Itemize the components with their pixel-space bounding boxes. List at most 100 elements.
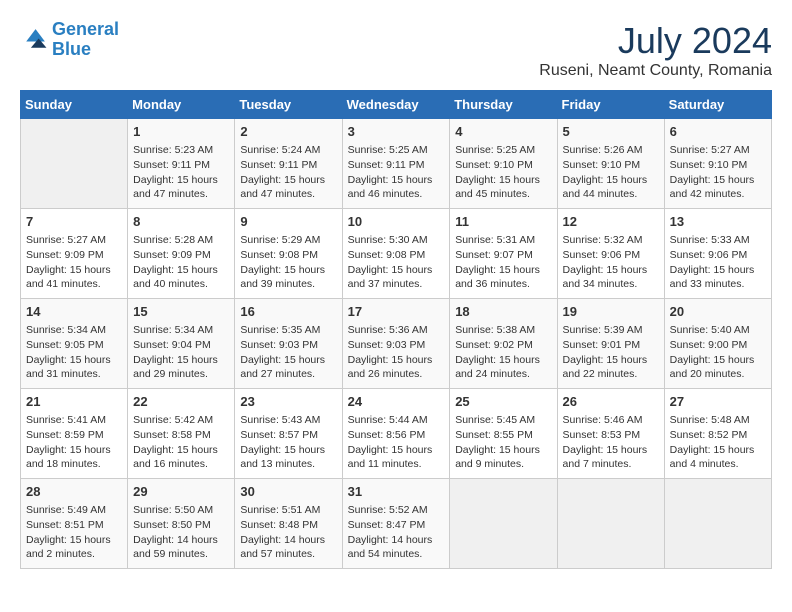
day-number: 4 <box>455 123 551 141</box>
day-info: Sunrise: 5:48 AMSunset: 8:52 PMDaylight:… <box>670 413 766 472</box>
calendar-cell: 26 Sunrise: 5:46 AMSunset: 8:53 PMDayligh… <box>557 389 664 479</box>
day-number: 1 <box>133 123 229 141</box>
day-number: 22 <box>133 393 229 411</box>
calendar-cell: 31 Sunrise: 5:52 AMSunset: 8:47 PMDayligh… <box>342 479 450 569</box>
weekday-header-friday: Friday <box>557 91 664 119</box>
calendar-cell: 25Sunrise: 5:45 AMSunset: 8:55 PMDayligh… <box>450 389 557 479</box>
week-row-4: 21 Sunrise: 5:41 AMSunset: 8:59 PMDayligh… <box>21 389 772 479</box>
calendar-cell: 14Sunrise: 5:34 AMSunset: 9:05 PMDayligh… <box>21 299 128 389</box>
calendar-cell <box>557 479 664 569</box>
calendar-cell: 4 Sunrise: 5:25 AMSunset: 9:10 PMDaylight… <box>450 119 557 209</box>
logo: General Blue <box>20 20 119 60</box>
day-number: 2 <box>240 123 336 141</box>
day-info: Sunrise: 5:28 AMSunset: 9:09 PMDaylight:… <box>133 233 229 292</box>
calendar-cell: 17Sunrise: 5:36 AMSunset: 9:03 PMDayligh… <box>342 299 450 389</box>
day-info: Sunrise: 5:24 AMSunset: 9:11 PMDaylight:… <box>240 143 336 202</box>
day-info: Sunrise: 5:25 AMSunset: 9:10 PMDaylight:… <box>455 143 551 202</box>
day-info: Sunrise: 5:40 AMSunset: 9:00 PMDaylight:… <box>670 323 766 382</box>
calendar-cell: 27 Sunrise: 5:48 AMSunset: 8:52 PMDayligh… <box>664 389 771 479</box>
logo-text: General Blue <box>52 20 119 60</box>
calendar-cell: 29 Sunrise: 5:50 AMSunset: 8:50 PMDayligh… <box>128 479 235 569</box>
day-number: 10 <box>348 213 445 231</box>
weekday-header-tuesday: Tuesday <box>235 91 342 119</box>
day-number: 16 <box>240 303 336 321</box>
day-info: Sunrise: 5:23 AMSunset: 9:11 PMDaylight:… <box>133 143 229 202</box>
calendar-cell: 15 Sunrise: 5:34 AMSunset: 9:04 PMDayligh… <box>128 299 235 389</box>
calendar-cell: 3 Sunrise: 5:25 AMSunset: 9:11 PMDaylight… <box>342 119 450 209</box>
day-number: 14 <box>26 303 122 321</box>
calendar-cell: 8 Sunrise: 5:28 AMSunset: 9:09 PMDaylight… <box>128 209 235 299</box>
day-number: 6 <box>670 123 766 141</box>
day-number: 26 <box>563 393 659 411</box>
calendar-cell <box>21 119 128 209</box>
day-info: Sunrise: 5:26 AMSunset: 9:10 PMDaylight:… <box>563 143 659 202</box>
calendar-cell: 13 Sunrise: 5:33 AMSunset: 9:06 PMDayligh… <box>664 209 771 299</box>
day-number: 18 <box>455 303 551 321</box>
weekday-header-wednesday: Wednesday <box>342 91 450 119</box>
day-number: 23 <box>240 393 336 411</box>
calendar-cell: 9Sunrise: 5:29 AMSunset: 9:08 PMDaylight… <box>235 209 342 299</box>
day-number: 30 <box>240 483 336 501</box>
calendar-cell: 22 Sunrise: 5:42 AMSunset: 8:58 PMDayligh… <box>128 389 235 479</box>
calendar-cell: 11Sunrise: 5:31 AMSunset: 9:07 PMDayligh… <box>450 209 557 299</box>
day-number: 29 <box>133 483 229 501</box>
day-number: 31 <box>348 483 445 501</box>
logo-icon <box>20 26 48 54</box>
weekday-header-monday: Monday <box>128 91 235 119</box>
day-info: Sunrise: 5:30 AMSunset: 9:08 PMDaylight:… <box>348 233 445 292</box>
calendar-cell: 1 Sunrise: 5:23 AMSunset: 9:11 PMDaylight… <box>128 119 235 209</box>
weekday-header-saturday: Saturday <box>664 91 771 119</box>
day-info: Sunrise: 5:51 AMSunset: 8:48 PMDaylight:… <box>240 503 336 562</box>
day-info: Sunrise: 5:33 AMSunset: 9:06 PMDaylight:… <box>670 233 766 292</box>
weekday-header-sunday: Sunday <box>21 91 128 119</box>
calendar-cell: 19Sunrise: 5:39 AMSunset: 9:01 PMDayligh… <box>557 299 664 389</box>
title-block: July 2024 Ruseni, Neamt County, Romania <box>539 20 772 80</box>
location: Ruseni, Neamt County, Romania <box>539 62 772 80</box>
day-number: 9 <box>240 213 336 231</box>
day-number: 12 <box>563 213 659 231</box>
calendar-cell: 5 Sunrise: 5:26 AMSunset: 9:10 PMDaylight… <box>557 119 664 209</box>
page-header: General Blue July 2024 Ruseni, Neamt Cou… <box>20 20 772 80</box>
day-info: Sunrise: 5:49 AMSunset: 8:51 PMDaylight:… <box>26 503 122 562</box>
day-number: 28 <box>26 483 122 501</box>
weekday-header-row: SundayMondayTuesdayWednesdayThursdayFrid… <box>21 91 772 119</box>
day-info: Sunrise: 5:46 AMSunset: 8:53 PMDaylight:… <box>563 413 659 472</box>
day-info: Sunrise: 5:32 AMSunset: 9:06 PMDaylight:… <box>563 233 659 292</box>
calendar-cell: 6 Sunrise: 5:27 AMSunset: 9:10 PMDaylight… <box>664 119 771 209</box>
day-number: 27 <box>670 393 766 411</box>
day-info: Sunrise: 5:31 AMSunset: 9:07 PMDaylight:… <box>455 233 551 292</box>
day-info: Sunrise: 5:41 AMSunset: 8:59 PMDaylight:… <box>26 413 122 472</box>
day-info: Sunrise: 5:45 AMSunset: 8:55 PMDaylight:… <box>455 413 551 472</box>
week-row-2: 7Sunrise: 5:27 AMSunset: 9:09 PMDaylight… <box>21 209 772 299</box>
calendar-cell: 2 Sunrise: 5:24 AMSunset: 9:11 PMDaylight… <box>235 119 342 209</box>
day-info: Sunrise: 5:43 AMSunset: 8:57 PMDaylight:… <box>240 413 336 472</box>
day-number: 17 <box>348 303 445 321</box>
day-info: Sunrise: 5:35 AMSunset: 9:03 PMDaylight:… <box>240 323 336 382</box>
day-number: 5 <box>563 123 659 141</box>
logo-line1: General <box>52 19 119 39</box>
day-number: 15 <box>133 303 229 321</box>
day-number: 8 <box>133 213 229 231</box>
day-info: Sunrise: 5:25 AMSunset: 9:11 PMDaylight:… <box>348 143 445 202</box>
calendar-cell: 28 Sunrise: 5:49 AMSunset: 8:51 PMDayligh… <box>21 479 128 569</box>
day-info: Sunrise: 5:52 AMSunset: 8:47 PMDaylight:… <box>348 503 445 562</box>
week-row-3: 14Sunrise: 5:34 AMSunset: 9:05 PMDayligh… <box>21 299 772 389</box>
day-info: Sunrise: 5:39 AMSunset: 9:01 PMDaylight:… <box>563 323 659 382</box>
day-info: Sunrise: 5:34 AMSunset: 9:04 PMDaylight:… <box>133 323 229 382</box>
day-number: 3 <box>348 123 445 141</box>
calendar-cell: 16 Sunrise: 5:35 AMSunset: 9:03 PMDayligh… <box>235 299 342 389</box>
calendar-cell: 20Sunrise: 5:40 AMSunset: 9:00 PMDayligh… <box>664 299 771 389</box>
calendar-cell: 18Sunrise: 5:38 AMSunset: 9:02 PMDayligh… <box>450 299 557 389</box>
day-number: 13 <box>670 213 766 231</box>
calendar-cell: 21 Sunrise: 5:41 AMSunset: 8:59 PMDayligh… <box>21 389 128 479</box>
day-info: Sunrise: 5:27 AMSunset: 9:10 PMDaylight:… <box>670 143 766 202</box>
day-info: Sunrise: 5:50 AMSunset: 8:50 PMDaylight:… <box>133 503 229 562</box>
calendar-cell: 12 Sunrise: 5:32 AMSunset: 9:06 PMDayligh… <box>557 209 664 299</box>
week-row-1: 1 Sunrise: 5:23 AMSunset: 9:11 PMDaylight… <box>21 119 772 209</box>
day-number: 21 <box>26 393 122 411</box>
calendar-cell: 23 Sunrise: 5:43 AMSunset: 8:57 PMDayligh… <box>235 389 342 479</box>
weekday-header-thursday: Thursday <box>450 91 557 119</box>
day-number: 7 <box>26 213 122 231</box>
calendar-cell: 10 Sunrise: 5:30 AMSunset: 9:08 PMDayligh… <box>342 209 450 299</box>
day-info: Sunrise: 5:42 AMSunset: 8:58 PMDaylight:… <box>133 413 229 472</box>
